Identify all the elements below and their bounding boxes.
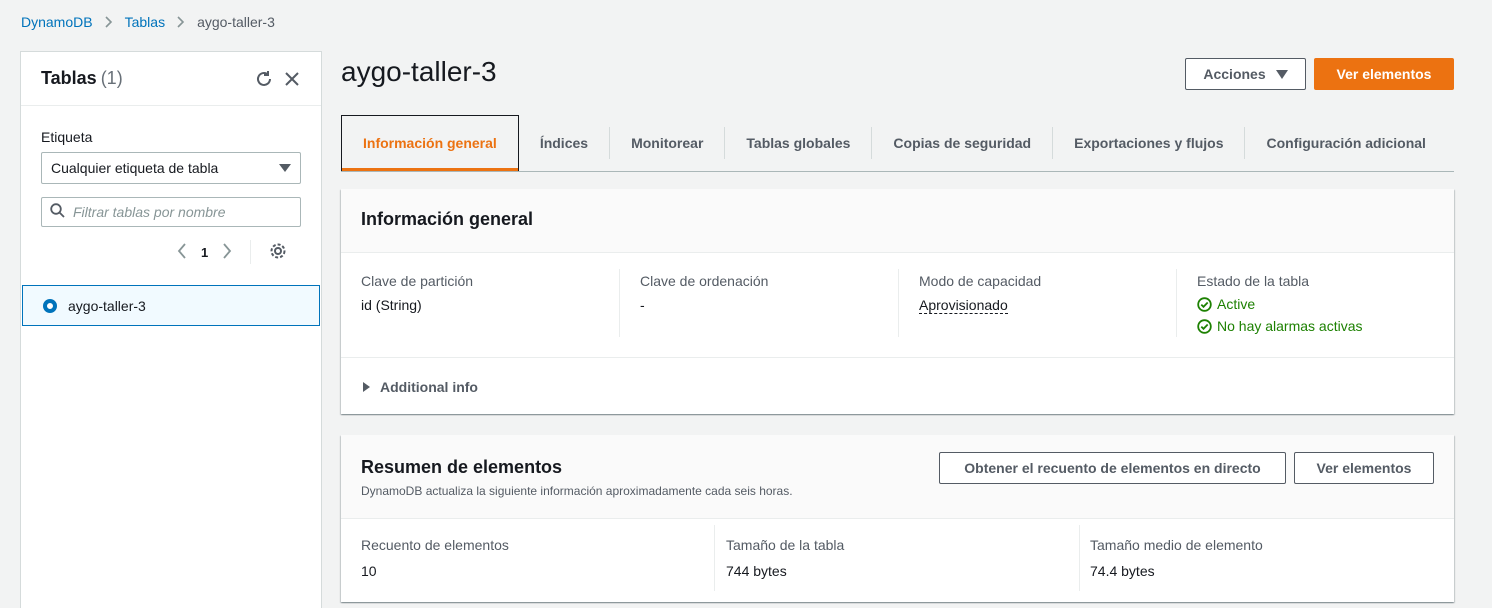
item-count-column: Recuento de elementos 10: [361, 537, 509, 579]
tab-global-tables[interactable]: Tablas globales: [725, 115, 871, 171]
page-title: aygo-taller-3: [341, 56, 497, 87]
status-alarms: No hay alarmas activas: [1197, 318, 1363, 334]
chevron-right-icon: [105, 16, 113, 28]
items-summary-header: Resumen de elementos DynamoDB actualiza …: [341, 435, 1454, 519]
item-count-label: Recuento de elementos: [361, 537, 509, 553]
pager-divider: [250, 240, 252, 264]
column-divider: [898, 269, 899, 337]
breadcrumb-dynamodb-link[interactable]: DynamoDB: [21, 14, 93, 30]
table-size-column: Tamaño de la tabla 744 bytes: [726, 537, 844, 579]
table-size-label: Tamaño de la tabla: [726, 537, 845, 553]
next-page-icon[interactable]: [222, 242, 232, 262]
pagination: 1: [177, 240, 287, 264]
close-icon[interactable]: [283, 70, 301, 88]
prev-page-icon[interactable]: [177, 242, 187, 262]
capacity-mode-label: Modo de capacidad: [919, 273, 1042, 289]
tab-label: Tablas globales: [746, 135, 851, 151]
caret-down-icon: [279, 164, 291, 172]
general-info-card: Información general Clave de partición i…: [341, 189, 1454, 414]
view-items-button-label: Ver elementos: [1336, 66, 1432, 82]
actions-button-label: Acciones: [1203, 66, 1266, 82]
column-divider: [619, 269, 620, 337]
capacity-mode-column: Modo de capacidad Aprovisionado: [919, 273, 1042, 314]
page-number[interactable]: 1: [201, 245, 208, 260]
actions-button[interactable]: Acciones: [1185, 58, 1306, 90]
caret-right-icon: [363, 382, 370, 392]
tab-label: Monitorear: [631, 135, 704, 151]
tab-indexes[interactable]: Índices: [519, 115, 609, 171]
table-filter-field: [41, 197, 301, 227]
caret-down-icon: [1275, 69, 1288, 79]
tab-label: Exportaciones y flujos: [1074, 135, 1224, 151]
status-active: Active: [1197, 296, 1363, 312]
refresh-icon[interactable]: [255, 70, 273, 88]
breadcrumb: DynamoDB Tablas aygo-taller-3: [21, 14, 275, 30]
additional-info-toggle[interactable]: Additional info: [362, 379, 478, 395]
breadcrumb-current: aygo-taller-3: [197, 14, 275, 30]
side-panel-title: Tablas: [41, 68, 97, 88]
search-icon: [50, 203, 65, 221]
table-list-item-label: aygo-taller-3: [68, 297, 146, 314]
items-summary-subtitle: DynamoDB actualiza la siguiente informac…: [361, 484, 793, 498]
success-check-icon: [1197, 296, 1212, 312]
table-size-value: 744 bytes: [726, 563, 787, 579]
summary-view-items-button[interactable]: Ver elementos: [1294, 452, 1434, 484]
column-divider: [714, 525, 715, 591]
tag-filter-select[interactable]: Cualquier etiqueta de tabla: [41, 152, 301, 184]
tab-label: Información general: [363, 135, 497, 151]
general-info-title: Información general: [361, 209, 534, 229]
tab-general-info[interactable]: Información general: [341, 115, 519, 171]
side-panel-header: Tablas (1): [21, 52, 321, 106]
table-list-item[interactable]: aygo-taller-3: [22, 285, 320, 326]
radio-selected-icon[interactable]: [43, 298, 57, 313]
items-summary-card: Resumen de elementos DynamoDB actualiza …: [341, 435, 1454, 602]
general-info-header: Información general: [341, 189, 1454, 253]
additional-info-label: Additional info: [380, 379, 478, 395]
live-count-button[interactable]: Obtener el recuento de elementos en dire…: [939, 452, 1286, 484]
tab-monitor[interactable]: Monitorear: [610, 115, 724, 171]
capacity-mode-value[interactable]: Aprovisionado: [919, 297, 1008, 314]
table-status-label: Estado de la tabla: [1197, 273, 1310, 289]
chevron-right-icon: [177, 16, 185, 28]
tag-filter-label: Etiqueta: [41, 129, 93, 145]
tab-label: Copias de seguridad: [893, 135, 1032, 151]
settings-gear-icon[interactable]: [269, 242, 287, 263]
breadcrumb-tables-link[interactable]: Tablas: [125, 14, 165, 30]
tab-backups[interactable]: Copias de seguridad: [872, 115, 1052, 171]
avg-item-size-label: Tamaño medio de elemento: [1090, 537, 1263, 553]
live-count-button-label: Obtener el recuento de elementos en dire…: [964, 460, 1261, 476]
status-active-text: Active: [1217, 296, 1256, 312]
partition-key-column: Clave de partición id (String): [361, 273, 473, 313]
tab-label: Índices: [539, 135, 589, 151]
tab-label: Configuración adicional: [1266, 135, 1426, 151]
card-divider: [341, 357, 1454, 358]
tab-additional-settings[interactable]: Configuración adicional: [1245, 115, 1446, 171]
column-divider: [1176, 269, 1177, 337]
success-check-icon: [1197, 318, 1212, 334]
avg-item-size-value: 74.4 bytes: [1090, 563, 1155, 579]
table-status-column: Estado de la tabla Active No hay alarmas…: [1197, 273, 1363, 334]
tag-filter-value: Cualquier etiqueta de tabla: [51, 160, 219, 176]
avg-item-size-column: Tamaño medio de elemento 74.4 bytes: [1090, 537, 1263, 579]
column-divider: [1079, 525, 1080, 591]
tab-exports-streams[interactable]: Exportaciones y flujos: [1053, 115, 1244, 171]
sort-key-value: -: [640, 297, 645, 313]
partition-key-label: Clave de partición: [361, 273, 474, 289]
table-filter-input[interactable]: [73, 204, 283, 220]
item-count-value: 10: [361, 563, 377, 579]
sort-key-column: Clave de ordenación -: [640, 273, 768, 313]
tables-side-panel: Tablas (1) Etiqueta Cualquier etiqueta d…: [20, 51, 322, 608]
summary-view-items-label: Ver elementos: [1316, 460, 1412, 476]
side-panel-count: (1): [100, 68, 123, 88]
view-items-button[interactable]: Ver elementos: [1314, 58, 1454, 90]
sort-key-label: Clave de ordenación: [640, 273, 769, 289]
partition-key-value: id (String): [361, 297, 422, 313]
tab-bar: Información general Índices Monitorear T…: [341, 115, 1454, 172]
status-alarms-text: No hay alarmas activas: [1217, 318, 1363, 334]
